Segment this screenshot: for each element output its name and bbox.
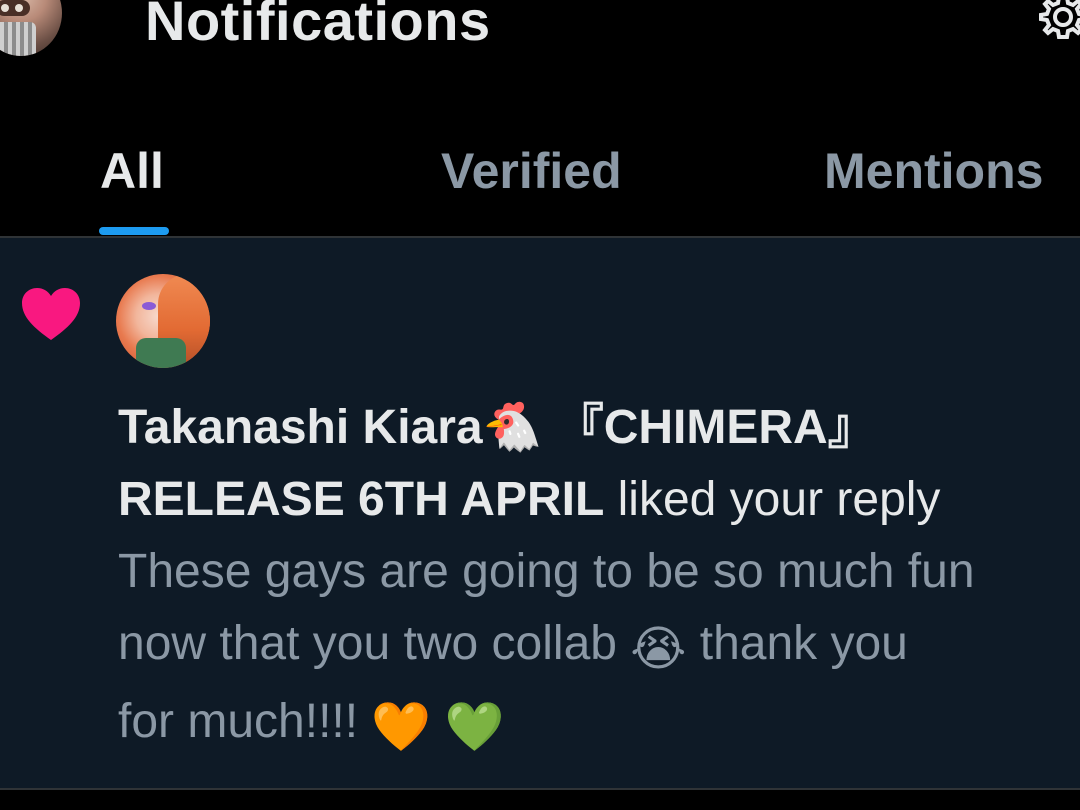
reply-excerpt-text: thank you bbox=[686, 617, 908, 670]
reply-excerpt-text: now that you two collab bbox=[118, 617, 631, 670]
notification-text: Takanashi Kiara🐔 『CHIMERA』 RELEASE 6TH A… bbox=[118, 392, 1078, 764]
avatar-collar bbox=[136, 338, 186, 368]
tab-verified[interactable]: Verified bbox=[441, 140, 622, 202]
next-item-area bbox=[0, 790, 1080, 810]
my-avatar[interactable] bbox=[0, 0, 62, 56]
active-tab-indicator bbox=[99, 227, 169, 235]
avatar-body bbox=[0, 22, 36, 56]
page-title: Notifications bbox=[145, 0, 491, 52]
tab-all[interactable]: All bbox=[100, 140, 164, 202]
reply-excerpt-text: for much!!!! bbox=[118, 695, 372, 748]
reply-excerpt-line-2: now that you two collab 😭 thank you bbox=[118, 608, 1078, 686]
user-avatar[interactable] bbox=[116, 274, 210, 368]
user-display-name-cont[interactable]: RELEASE 6TH APRIL bbox=[118, 473, 604, 526]
avatar-eye bbox=[142, 302, 156, 310]
reply-excerpt-line-1: These gays are going to be so much fun bbox=[118, 545, 975, 598]
green-heart-emoji: 💚 bbox=[444, 701, 505, 754]
orange-heart-emoji: 🧡 bbox=[371, 701, 432, 754]
notification-line-1: Takanashi Kiara🐔 『CHIMERA』 bbox=[118, 392, 1078, 464]
notification-action: liked your reply bbox=[604, 473, 941, 526]
heart-icon bbox=[22, 288, 80, 340]
gear-icon[interactable] bbox=[1038, 0, 1080, 42]
tab-mentions[interactable]: Mentions bbox=[824, 140, 1043, 202]
header: Notifications bbox=[0, 0, 1080, 100]
notification-item[interactable]: Takanashi Kiara🐔 『CHIMERA』 RELEASE 6TH A… bbox=[0, 238, 1080, 788]
crying-emoji: 😭 bbox=[630, 623, 687, 676]
user-display-name[interactable]: Takanashi Kiara🐔 『CHIMERA』 bbox=[118, 401, 876, 454]
avatar-face bbox=[0, 0, 30, 16]
notification-line-2: RELEASE 6TH APRIL liked your reply bbox=[118, 464, 1078, 536]
reply-excerpt-line-3: for much!!!! 🧡 💚 bbox=[118, 686, 1078, 764]
tab-bar: All Verified Mentions bbox=[0, 100, 1080, 237]
notifications-screen: Notifications All Verified Mentions Taka… bbox=[0, 0, 1080, 810]
